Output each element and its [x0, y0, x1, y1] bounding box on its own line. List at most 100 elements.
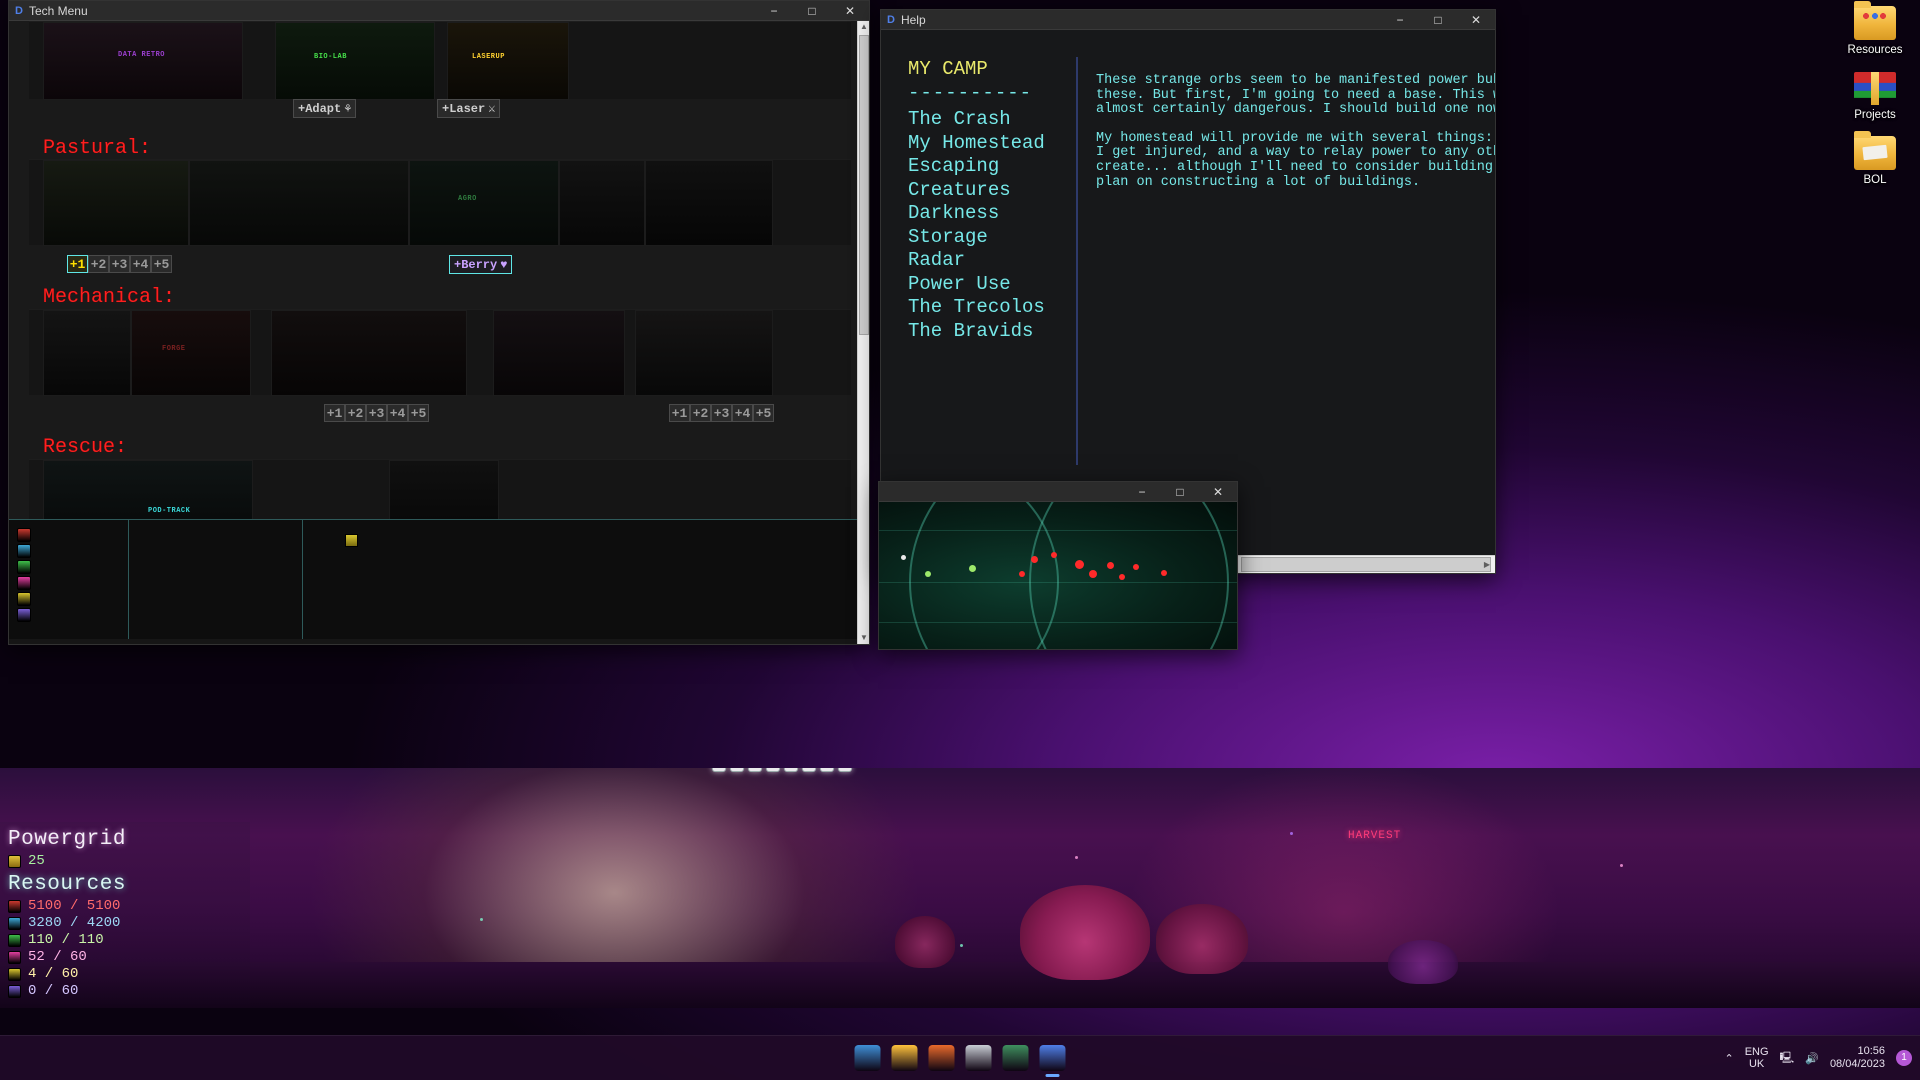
upgrade-button[interactable]: +3	[366, 404, 387, 422]
tech-menu-titlebar[interactable]: D Tech Menu − □ ✕	[9, 1, 869, 21]
tech-card[interactable]: POD-TRACK	[43, 460, 253, 519]
maximize-button[interactable]: □	[1419, 10, 1457, 29]
power-orb[interactable]	[784, 768, 798, 772]
red-resource-icon[interactable]	[17, 528, 31, 542]
help-nav-item[interactable]: The Bravids	[908, 320, 1076, 344]
help-nav-item[interactable]: Escaping	[908, 155, 1076, 179]
firefox-icon[interactable]	[929, 1045, 955, 1071]
tech-card[interactable]	[493, 310, 625, 396]
tech-menu-window[interactable]: D Tech Menu − □ ✕ DATA RETRO BIO-LAB LAS…	[8, 0, 870, 645]
tech-card[interactable]	[43, 310, 131, 396]
tech-card[interactable]	[559, 160, 645, 246]
radar-window[interactable]: − □ ✕	[878, 481, 1238, 650]
close-button[interactable]: ✕	[1457, 10, 1495, 29]
tech-card[interactable]: LASERUP	[447, 22, 569, 100]
purple-resource-icon[interactable]	[17, 608, 31, 622]
inventory-item-yellow[interactable]	[345, 534, 358, 547]
upgrade-button[interactable]: +4	[387, 404, 408, 422]
resource-value: 3280 / 4200	[28, 915, 120, 931]
clock[interactable]: 10:56 08/04/2023	[1830, 1045, 1885, 1071]
radar-titlebar[interactable]: − □ ✕	[879, 482, 1237, 502]
upgrade-button[interactable]: +2	[345, 404, 366, 422]
blue-resource-icon[interactable]	[17, 544, 31, 558]
scroll-up-arrow[interactable]: ▲	[858, 21, 870, 33]
radar-display[interactable]	[879, 502, 1237, 649]
language-indicator[interactable]: ENG UK	[1745, 1046, 1769, 1070]
desktop-icon-projects[interactable]: Projects	[1838, 71, 1912, 122]
help-nav-item[interactable]: Darkness	[908, 202, 1076, 226]
power-orb[interactable]	[748, 768, 762, 772]
minimize-button[interactable]: −	[755, 1, 793, 20]
chevron-up-icon[interactable]: ⌃	[1724, 1052, 1733, 1065]
upgrade-button[interactable]: +4	[130, 255, 151, 273]
tech-card[interactable]: BIO-LAB	[275, 22, 435, 100]
minimize-button[interactable]: −	[1123, 482, 1161, 501]
scroll-down-arrow[interactable]: ▼	[858, 632, 870, 644]
help-titlebar[interactable]: D Help − □ ✕	[881, 10, 1495, 30]
upgrade-button[interactable]: +5	[408, 404, 429, 422]
resource-row: 0 / 60	[8, 983, 242, 999]
close-button[interactable]: ✕	[1199, 482, 1237, 501]
help-nav-item[interactable]: The Trecolos	[908, 296, 1076, 320]
tech-card[interactable]	[43, 160, 189, 246]
scrollbar-thumb[interactable]	[859, 35, 869, 335]
notification-badge[interactable]: 1	[1896, 1050, 1912, 1066]
desktop-icon-label: Resources	[1848, 44, 1903, 57]
network-icon[interactable]: 🖳	[1780, 1049, 1795, 1068]
terminal-icon[interactable]	[1003, 1045, 1029, 1071]
help-nav-item[interactable]: Power Use	[908, 273, 1076, 297]
tech-card[interactable]	[645, 160, 773, 246]
tech-menu-scrollbar[interactable]: ▲ ▼	[857, 21, 869, 644]
maximize-button[interactable]: □	[1161, 482, 1199, 501]
power-orb[interactable]	[802, 768, 816, 772]
tech-tag-adapt[interactable]: +Adapt ⚘	[293, 99, 356, 118]
tech-card[interactable]	[271, 310, 467, 396]
help-nav-item[interactable]: The Crash	[908, 108, 1076, 132]
text-editor-icon[interactable]	[966, 1045, 992, 1071]
tech-card[interactable]	[635, 310, 773, 396]
help-nav-item[interactable]: Creatures	[908, 179, 1076, 203]
tech-tag-berry[interactable]: +Berry ♥	[449, 255, 512, 274]
file-explorer-icon[interactable]	[892, 1045, 918, 1071]
desktop-icon-bol[interactable]: BOL	[1838, 136, 1912, 187]
purple-resource-icon	[8, 985, 21, 998]
help-nav-item[interactable]: My Homestead	[908, 132, 1076, 156]
power-orb[interactable]	[838, 768, 852, 772]
close-button[interactable]: ✕	[831, 1, 869, 20]
start-button[interactable]	[855, 1045, 881, 1071]
desktop-icon-resources[interactable]: Resources	[1838, 6, 1912, 57]
upgrade-button[interactable]: +3	[109, 255, 130, 273]
power-orb[interactable]	[730, 768, 744, 772]
power-orb[interactable]	[820, 768, 834, 772]
upgrade-button[interactable]: +1	[67, 255, 88, 273]
help-nav-item[interactable]: Storage	[908, 226, 1076, 250]
upgrade-button[interactable]: +2	[88, 255, 109, 273]
minimize-button[interactable]: −	[1381, 10, 1419, 29]
yellow-resource-icon[interactable]	[17, 592, 31, 606]
tech-card[interactable]	[189, 160, 409, 246]
tech-card[interactable]: DATA RETRO	[43, 22, 243, 100]
tech-tag-laser[interactable]: +Laser ⚔	[437, 99, 500, 118]
scrollbar-thumb[interactable]	[1241, 557, 1491, 572]
power-orb[interactable]	[712, 768, 726, 772]
inventory-column[interactable]	[303, 520, 857, 639]
tech-card[interactable]	[389, 460, 499, 519]
tech-card[interactable]: AGRO	[409, 160, 559, 246]
upgrade-button[interactable]: +5	[753, 404, 774, 422]
game-app-icon[interactable]	[1040, 1045, 1066, 1071]
upgrade-button[interactable]: +1	[669, 404, 690, 422]
upgrade-button[interactable]: +1	[324, 404, 345, 422]
scroll-right-arrow[interactable]: ▶	[1479, 556, 1495, 573]
pink-resource-icon[interactable]	[17, 576, 31, 590]
upgrade-button[interactable]: +3	[711, 404, 732, 422]
green-resource-icon[interactable]	[17, 560, 31, 574]
volume-icon[interactable]: 🔊	[1805, 1052, 1819, 1065]
power-orb[interactable]	[766, 768, 780, 772]
upgrade-button[interactable]: +5	[151, 255, 172, 273]
maximize-button[interactable]: □	[793, 1, 831, 20]
upgrade-button[interactable]: +4	[732, 404, 753, 422]
help-nav-item[interactable]: Radar	[908, 249, 1076, 273]
upgrade-button[interactable]: +2	[690, 404, 711, 422]
inventory-column[interactable]	[129, 520, 303, 639]
tech-card[interactable]: FORGE	[131, 310, 251, 396]
